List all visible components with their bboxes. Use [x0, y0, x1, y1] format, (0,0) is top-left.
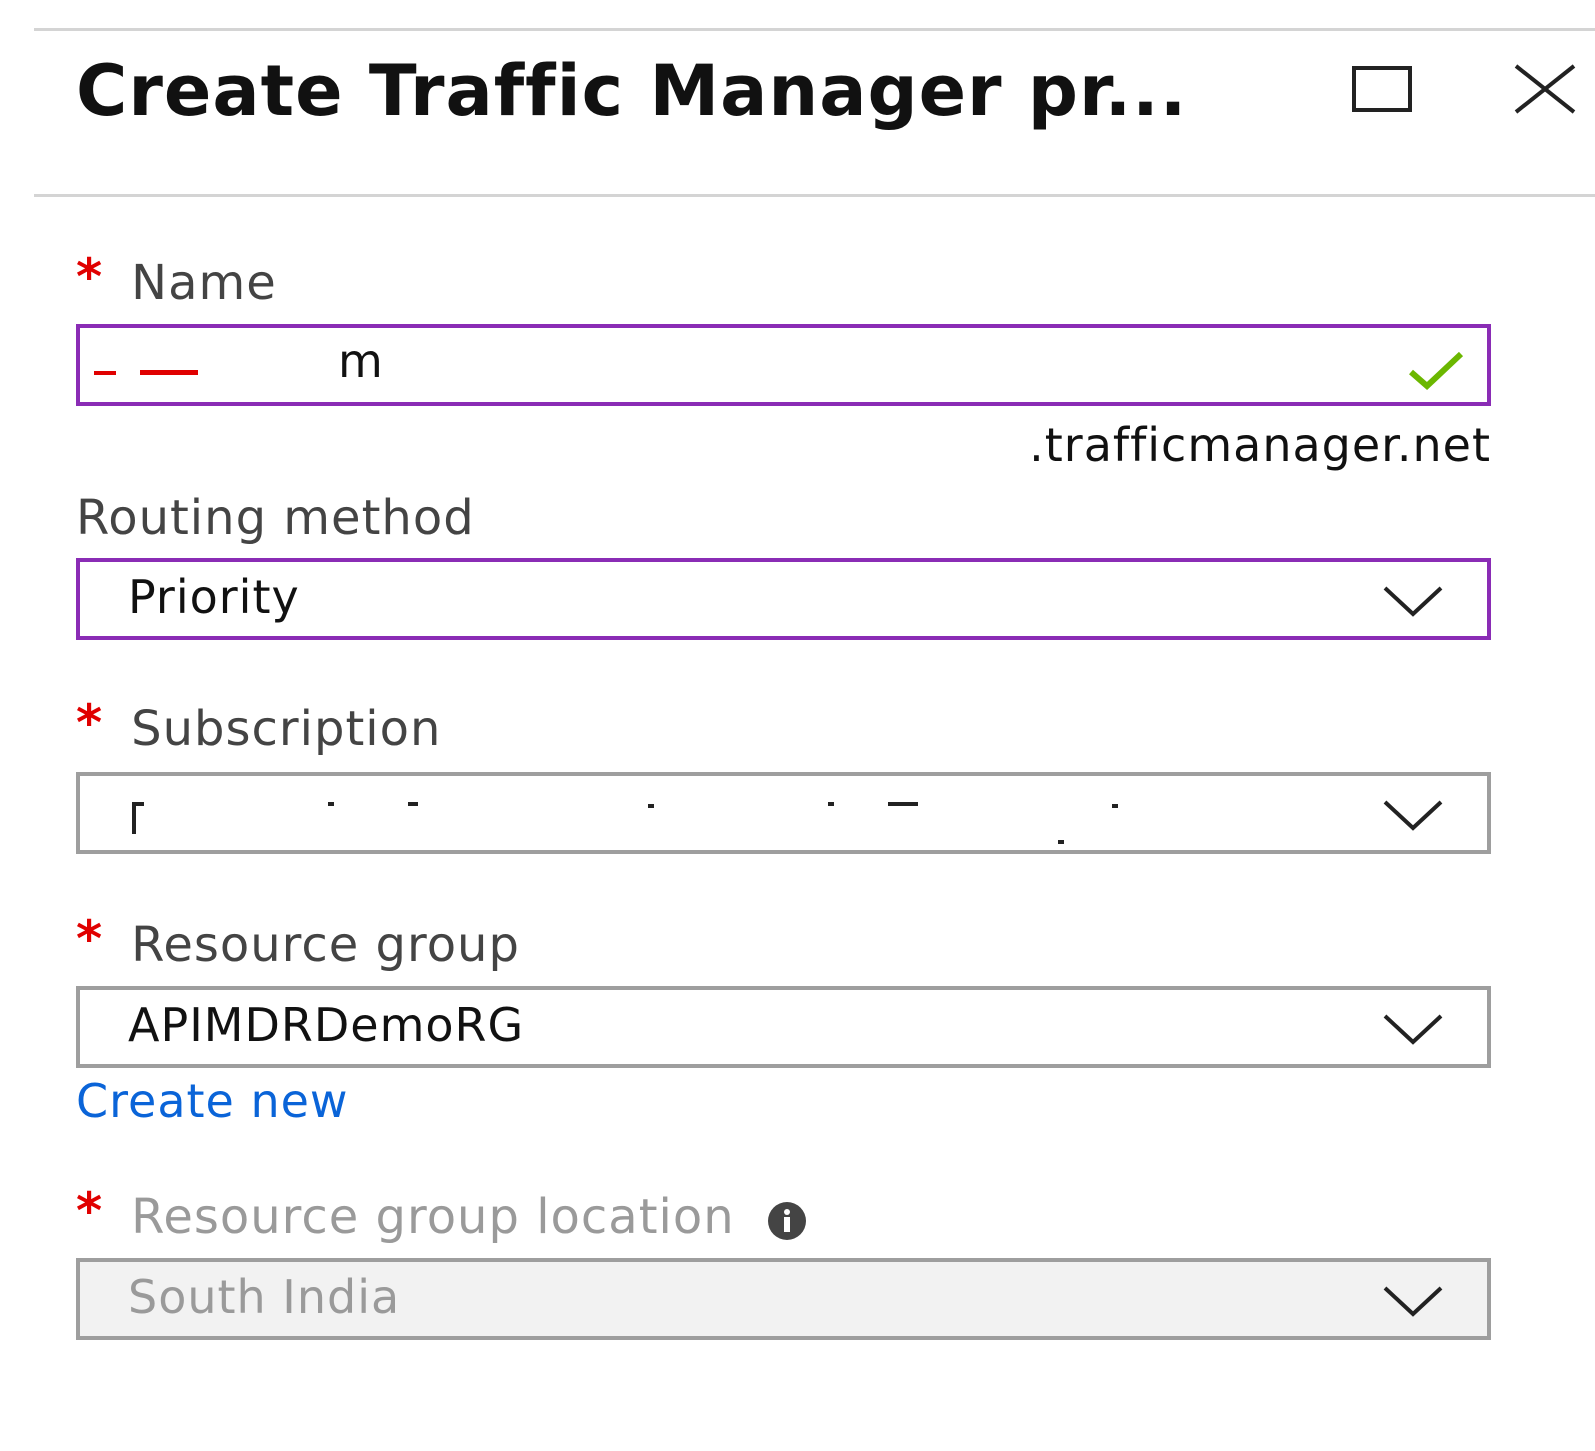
chevron-down-icon — [1383, 586, 1443, 617]
chevron-down-icon — [1383, 1286, 1443, 1317]
routing-method-label: Routing method — [76, 490, 475, 546]
chevron-down-icon — [1383, 800, 1443, 831]
routing-method-value: Priority — [128, 570, 300, 624]
required-marker: * — [76, 910, 104, 968]
resource-group-value: APIMDRDemoRG — [128, 998, 525, 1052]
checkmark-icon — [1409, 351, 1464, 391]
redaction-mark — [94, 370, 198, 375]
info-icon[interactable] — [761, 1201, 813, 1241]
subscription-label: * Subscription — [76, 694, 442, 757]
name-label: * Name — [76, 248, 277, 311]
chevron-down-icon — [1383, 1014, 1443, 1045]
required-marker: * — [76, 694, 104, 752]
header-top-divider — [34, 28, 1595, 31]
redacted-subscription-text — [132, 802, 1118, 844]
resource-group-label: * Resource group — [76, 910, 520, 973]
resource-group-location-value: South India — [128, 1270, 401, 1324]
subscription-dropdown[interactable] — [76, 772, 1491, 854]
required-marker: * — [76, 248, 104, 306]
dns-suffix: .trafficmanager.net — [1029, 418, 1491, 472]
maximize-icon[interactable] — [1352, 66, 1412, 112]
create-new-resource-group-link[interactable]: Create new — [76, 1074, 349, 1128]
blade-title: Create Traffic Manager pr... — [76, 50, 1188, 132]
resource-group-location-dropdown: South India — [76, 1258, 1491, 1340]
resource-group-location-label: * Resource group location — [76, 1182, 813, 1246]
close-icon[interactable] — [1512, 64, 1578, 114]
name-value: m — [338, 334, 384, 388]
name-input[interactable]: m — [76, 324, 1491, 406]
required-marker: * — [76, 1182, 104, 1240]
header-bottom-divider — [34, 194, 1595, 197]
routing-method-dropdown[interactable]: Priority — [76, 558, 1491, 640]
resource-group-dropdown[interactable]: APIMDRDemoRG — [76, 986, 1491, 1068]
